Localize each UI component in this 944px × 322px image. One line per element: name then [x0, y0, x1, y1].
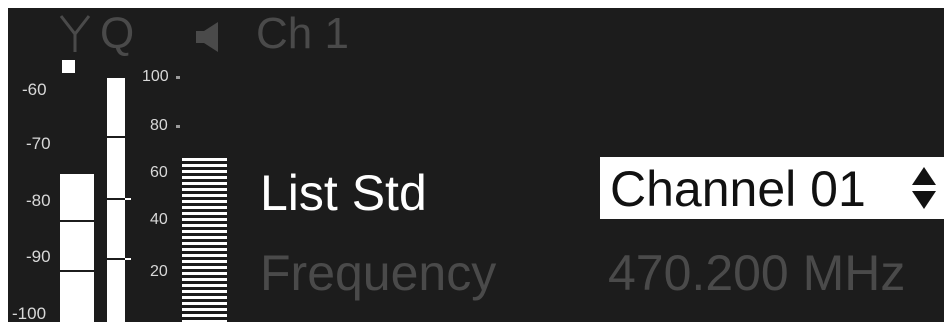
af-scale-label: -70: [26, 134, 51, 153]
rf-scale-label: 100: [142, 68, 169, 85]
rf-level-bar: [107, 78, 125, 322]
speaker-icon: [196, 22, 218, 52]
af-scale-label: -80: [26, 191, 51, 210]
af-scale-label: -60: [22, 80, 47, 99]
af-scale-label: -100: [12, 304, 47, 322]
segment-meter: [182, 158, 227, 322]
channel-indicator: Ch 1: [256, 9, 349, 58]
af-level-bar: [60, 174, 94, 322]
rf-scale-tick: [176, 125, 180, 128]
channel-value-selector[interactable]: Channel 01: [600, 157, 944, 219]
rf-scale-label: 60: [150, 164, 168, 181]
channel-value: Channel 01: [610, 161, 866, 217]
af-scale-label: -90: [26, 247, 51, 266]
rf-scale-label: 20: [150, 263, 168, 280]
receiver-display: Q Ch 1 -60 -70 -80 -90 -100 100 80 60 40…: [8, 8, 944, 322]
menu-item-frequency-label[interactable]: Frequency: [260, 248, 496, 298]
peak-indicator: [62, 60, 75, 73]
rf-bar-tick: [125, 258, 131, 260]
antenna-icon: [59, 15, 91, 52]
rf-bar-divider: [107, 258, 125, 260]
frequency-value: 470.200 MHz: [608, 245, 906, 301]
rf-bar-tick: [125, 198, 131, 200]
up-down-arrows-icon[interactable]: [910, 163, 938, 213]
rf-bar-divider: [107, 198, 125, 200]
q-indicator: Q: [100, 9, 135, 58]
af-bar-divider: [60, 220, 94, 222]
rf-scale-tick: [176, 76, 180, 79]
rf-scale-label: 40: [150, 211, 168, 228]
rf-scale-label: 80: [150, 117, 168, 134]
af-bar-divider: [60, 270, 94, 272]
menu-item-list-std-label[interactable]: List Std: [260, 168, 427, 218]
rf-bar-divider: [107, 136, 125, 138]
